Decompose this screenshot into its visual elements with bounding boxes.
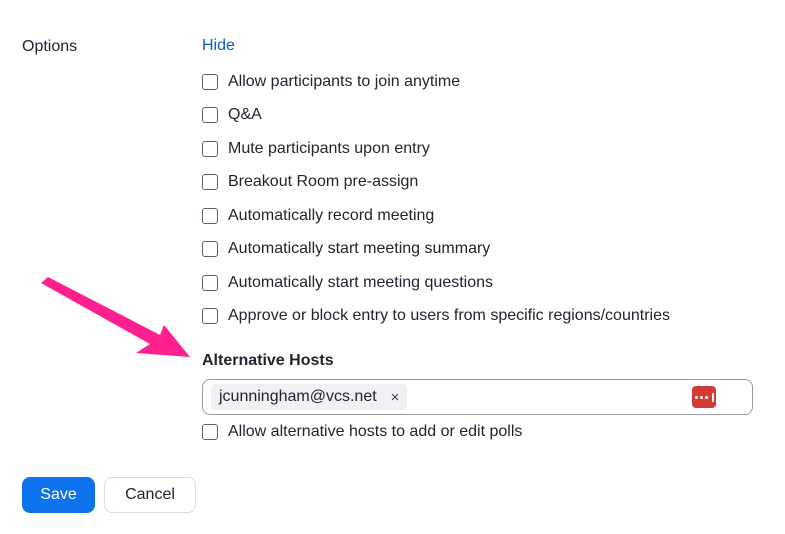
checkbox[interactable]: [202, 74, 218, 90]
option-label: Breakout Room pre-assign: [228, 173, 419, 190]
checkbox[interactable]: [202, 424, 218, 440]
remove-host-icon[interactable]: ×: [391, 390, 400, 405]
cancel-button[interactable]: Cancel: [104, 477, 196, 513]
option-label: Mute participants upon entry: [228, 140, 430, 157]
hide-options-link[interactable]: Hide: [202, 37, 235, 55]
option-label: Automatically start meeting summary: [228, 240, 491, 257]
checkbox[interactable]: [202, 141, 218, 157]
alternative-hosts-input[interactable]: jcunningham@vcs.net ×: [202, 379, 753, 415]
save-button[interactable]: Save: [22, 477, 95, 513]
host-chip: jcunningham@vcs.net ×: [211, 384, 408, 410]
option-label: Approve or block entry to users from spe…: [228, 307, 670, 324]
option-mute-upon-entry[interactable]: Mute participants upon entry: [202, 139, 430, 159]
checkbox[interactable]: [202, 208, 218, 224]
option-label: Allow alternative hosts to add or edit p…: [228, 423, 523, 440]
option-qa[interactable]: Q&A: [202, 105, 262, 125]
option-label: Allow participants to join anytime: [228, 73, 461, 90]
password-manager-icon[interactable]: [692, 386, 716, 408]
option-allow-alt-host-polls[interactable]: Allow alternative hosts to add or edit p…: [202, 422, 522, 442]
checkbox[interactable]: [202, 241, 218, 257]
checkbox[interactable]: [202, 308, 218, 324]
alternative-hosts-title: Alternative Hosts: [202, 352, 334, 369]
option-auto-record[interactable]: Automatically record meeting: [202, 206, 434, 226]
option-region-entry[interactable]: Approve or block entry to users from spe…: [202, 306, 670, 326]
checkbox[interactable]: [202, 275, 218, 291]
option-auto-questions[interactable]: Automatically start meeting questions: [202, 273, 493, 293]
checkbox[interactable]: [202, 174, 218, 190]
option-breakout-preassign[interactable]: Breakout Room pre-assign: [202, 172, 418, 192]
options-label: Options: [22, 38, 78, 55]
option-allow-join-anytime[interactable]: Allow participants to join anytime: [202, 72, 460, 92]
checkbox[interactable]: [202, 107, 218, 123]
host-chip-email: jcunningham@vcs.net: [219, 388, 377, 405]
option-label: Automatically record meeting: [228, 207, 435, 224]
meeting-options-page: Options Hide Allow participants to join …: [0, 0, 785, 534]
option-label: Automatically start meeting questions: [228, 274, 494, 291]
option-label: Q&A: [228, 106, 262, 123]
option-auto-summary[interactable]: Automatically start meeting summary: [202, 239, 490, 259]
